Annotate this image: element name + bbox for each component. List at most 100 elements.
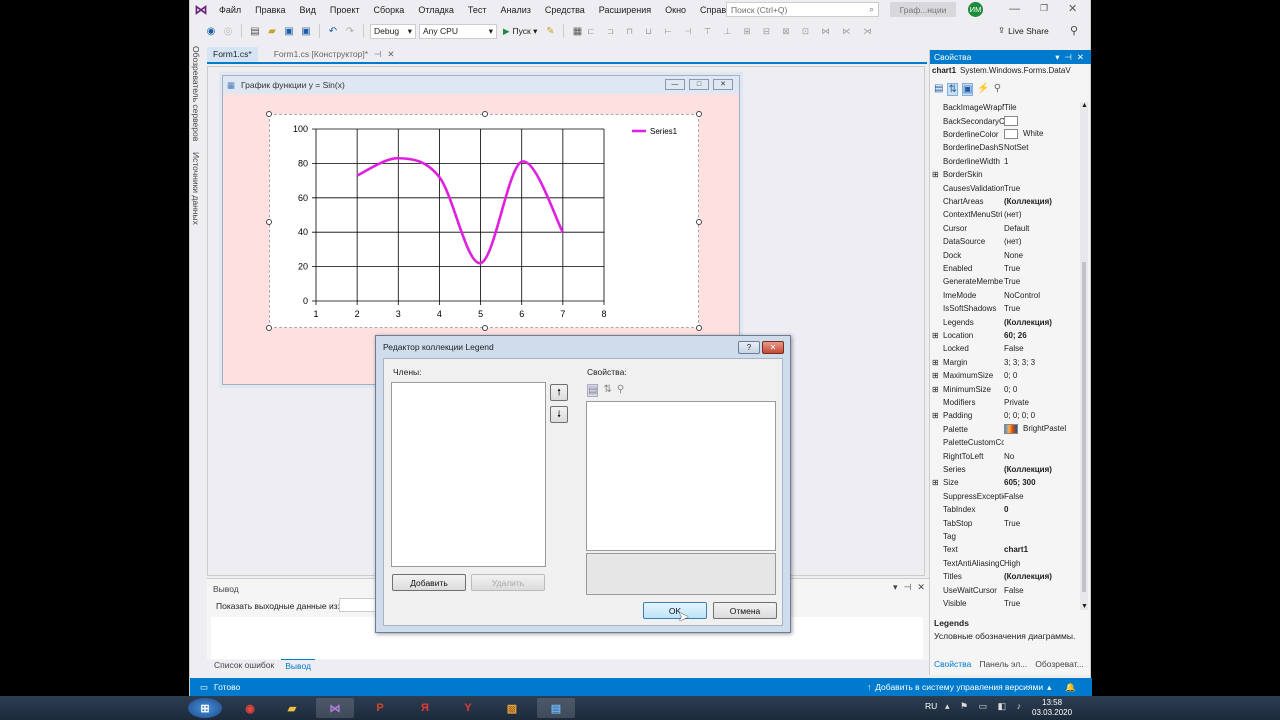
property-row[interactable]: CausesValidation True	[930, 181, 1080, 194]
tab-form1-code[interactable]: Form1.cs*	[207, 47, 258, 62]
property-row[interactable]: Titles (Коллекция)	[930, 570, 1080, 583]
expand-icon[interactable]: ⊞	[932, 478, 939, 487]
menu-file[interactable]: Файл	[212, 5, 248, 15]
close-icon[interactable]: ✕	[1068, 2, 1077, 15]
property-row[interactable]: UseWaitCursor False	[930, 583, 1080, 596]
expand-icon[interactable]: ⊞	[932, 358, 939, 367]
alphabetical-icon[interactable]: ⇅	[947, 83, 958, 96]
avatar[interactable]: ИМ	[968, 2, 983, 17]
property-row[interactable]: ChartAreas (Коллекция)	[930, 195, 1080, 208]
dialog-close-button[interactable]: ✕	[762, 341, 784, 354]
property-value[interactable]: High	[1004, 559, 1080, 568]
resize-handle[interactable]	[482, 111, 488, 117]
chart-control[interactable]: 1 2 3 4 5 6 7 8 0 20 40 60 80 100 Series1	[266, 111, 702, 331]
property-pages-icon[interactable]: ⚲	[617, 384, 624, 397]
property-value[interactable]: False	[1004, 492, 1080, 501]
property-value[interactable]: Tile	[1004, 103, 1080, 112]
tab-output[interactable]: Вывод	[281, 659, 315, 673]
debug-tools-icon[interactable]: ✎	[543, 23, 557, 39]
property-row[interactable]: ⊞ Margin 3; 3; 3; 3	[930, 356, 1080, 369]
add-button[interactable]: Добавить	[392, 574, 466, 591]
object-selector[interactable]: chart1 System.Windows.Forms.DataV	[932, 66, 1089, 80]
property-row[interactable]: ⊞ Padding 0; 0; 0; 0	[930, 409, 1080, 422]
property-row[interactable]: GenerateMembe True	[930, 275, 1080, 288]
resize-handle[interactable]	[482, 325, 488, 331]
resize-handle[interactable]	[266, 111, 272, 117]
language-indicator[interactable]: RU	[925, 701, 937, 711]
properties-grid[interactable]	[586, 401, 776, 551]
property-value[interactable]: 0	[1004, 505, 1080, 514]
properties-controls[interactable]: ▾⊣✕	[1055, 52, 1091, 63]
close-tab-icon[interactable]: ✕	[387, 49, 394, 60]
property-row[interactable]: Series (Коллекция)	[930, 463, 1080, 476]
property-row[interactable]: ⊞ BorderSkin	[930, 168, 1080, 181]
events-icon[interactable]: ⚡	[977, 83, 989, 96]
save-all-icon[interactable]: ▣	[299, 23, 313, 39]
property-value[interactable]: True	[1004, 184, 1080, 193]
tab-explorer[interactable]: Обозреват...	[1031, 659, 1087, 673]
property-row[interactable]: TabIndex 0	[930, 503, 1080, 516]
yandex-icon[interactable]: Я	[406, 698, 444, 718]
menu-debug[interactable]: Отладка	[411, 5, 461, 15]
source-control-button[interactable]: ↑ Добавить в систему управления версиями ▴…	[867, 682, 1076, 693]
property-row[interactable]: BackImageWrapM Tile	[930, 101, 1080, 114]
expand-icon[interactable]: ⊞	[932, 411, 939, 420]
camera-icon[interactable]: ▦	[570, 23, 584, 39]
tab-form1-designer[interactable]: Form1.cs [Конструктор]* ⊣ ✕	[268, 47, 401, 62]
live-share-button[interactable]: ⇪ Live Share	[998, 25, 1049, 36]
property-row[interactable]: ⊞ Location 60; 26	[930, 329, 1080, 342]
property-row[interactable]: Legends (Коллекция)	[930, 315, 1080, 328]
back-icon[interactable]: ◉	[204, 23, 218, 39]
menu-extensions[interactable]: Расширения	[592, 5, 658, 15]
minimize-icon[interactable]: —	[1009, 3, 1020, 15]
menu-project[interactable]: Проект	[323, 5, 367, 15]
configuration-select[interactable]: Debug ▾	[370, 23, 416, 39]
property-value[interactable]: No	[1004, 452, 1080, 461]
property-value[interactable]: 605; 300	[1004, 478, 1080, 487]
save-icon[interactable]: ▣	[282, 23, 296, 39]
property-value[interactable]: 3; 3; 3; 3	[1004, 358, 1080, 367]
scroll-down-icon[interactable]: ▼	[1081, 603, 1088, 610]
property-row[interactable]: RightToLeft No	[930, 449, 1080, 462]
property-row[interactable]: Cursor Default	[930, 222, 1080, 235]
property-value[interactable]: True	[1004, 599, 1080, 608]
undo-icon[interactable]: ↶	[326, 23, 340, 39]
property-value[interactable]: 0; 0	[1004, 371, 1080, 380]
expand-icon[interactable]: ⊞	[932, 170, 939, 179]
property-row[interactable]: TextAntiAliasingC High	[930, 557, 1080, 570]
chrome-icon[interactable]: ◉	[231, 698, 269, 718]
property-row[interactable]: Palette BrightPastel	[930, 423, 1080, 436]
property-value[interactable]: (Коллекция)	[1004, 572, 1080, 581]
property-row[interactable]: ⊞ MaximumSize 0; 0	[930, 369, 1080, 382]
property-row[interactable]: ContextMenuStri (нет)	[930, 208, 1080, 221]
property-value[interactable]: chart1	[1004, 545, 1080, 554]
property-value[interactable]: False	[1004, 344, 1080, 353]
property-row[interactable]: ⊞ MinimumSize 0; 0	[930, 382, 1080, 395]
menu-test[interactable]: Тест	[461, 5, 494, 15]
file-explorer-icon[interactable]: ▰	[273, 698, 311, 718]
property-value[interactable]: (нет)	[1004, 237, 1080, 246]
property-value[interactable]: NotSet	[1004, 143, 1080, 152]
property-value[interactable]: 60; 26	[1004, 331, 1080, 340]
menu-tools[interactable]: Средства	[538, 5, 592, 15]
property-value[interactable]: (нет)	[1004, 210, 1080, 219]
property-pages-icon[interactable]: ⚲	[994, 83, 1001, 96]
property-scrollbar[interactable]: ▲ ▼	[1080, 102, 1088, 610]
pin-icon[interactable]: ⊣	[374, 49, 381, 60]
property-value[interactable]: False	[1004, 586, 1080, 595]
property-value[interactable]: 0; 0	[1004, 385, 1080, 394]
property-row[interactable]: BorderlineWidth 1	[930, 155, 1080, 168]
menu-window[interactable]: Окно	[658, 5, 693, 15]
resize-handle[interactable]	[266, 219, 272, 225]
property-value[interactable]: 0; 0; 0; 0	[1004, 411, 1080, 420]
server-explorer-tab[interactable]: Обозреватель серверов	[191, 46, 201, 141]
menu-view[interactable]: Вид	[293, 5, 323, 15]
platform-select[interactable]: Any CPU ▾	[419, 23, 497, 39]
expand-icon[interactable]: ⊞	[932, 331, 939, 340]
menu-build[interactable]: Сборка	[367, 5, 412, 15]
alphabetical-icon[interactable]: ⇅	[603, 384, 611, 397]
property-value[interactable]: (Коллекция)	[1004, 465, 1080, 474]
property-value[interactable]: Default	[1004, 224, 1080, 233]
redo-icon[interactable]: ↷	[343, 23, 357, 39]
property-row[interactable]: IsSoftShadows True	[930, 302, 1080, 315]
